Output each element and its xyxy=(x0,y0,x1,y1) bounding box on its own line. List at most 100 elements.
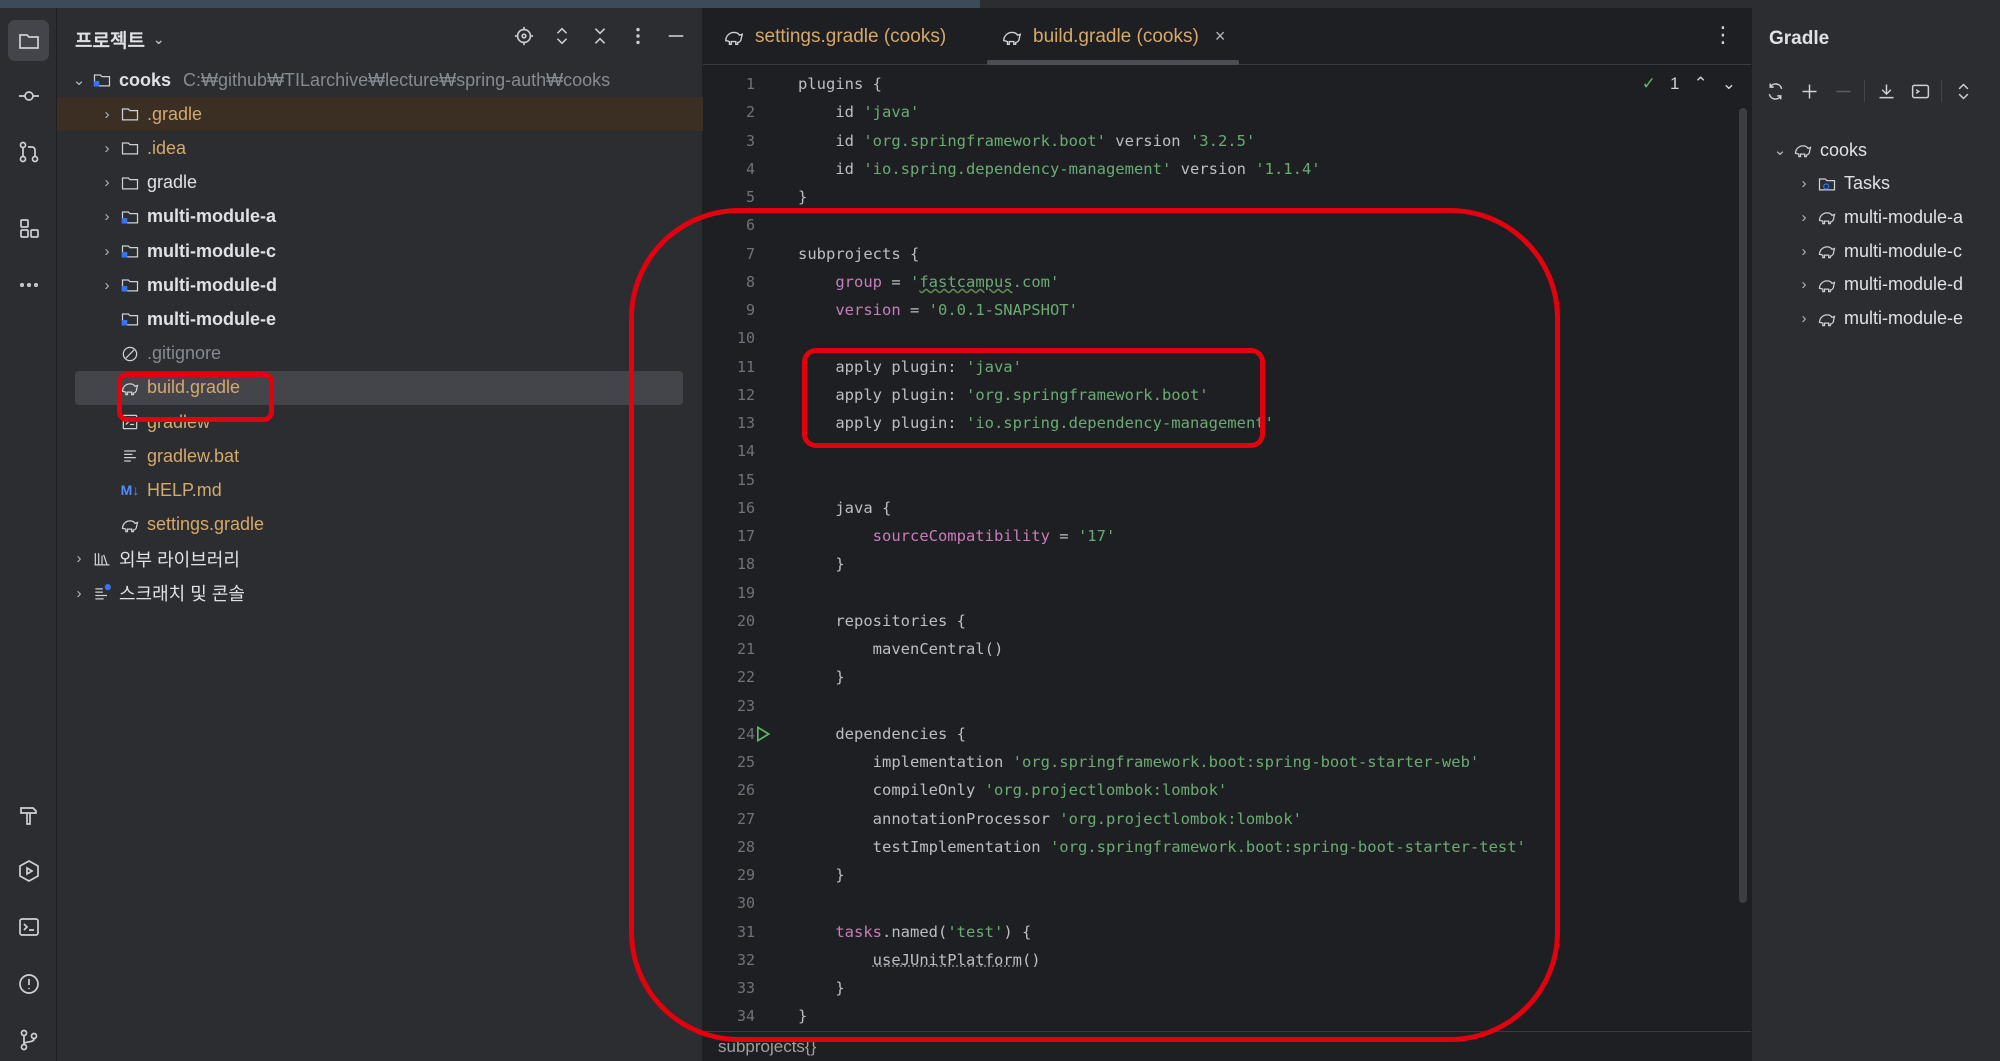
chevron-right-icon[interactable]: › xyxy=(69,550,89,567)
code-line[interactable]: 25 implementation 'org.springframework.b… xyxy=(703,748,1751,776)
tree-item[interactable]: gradlew xyxy=(57,405,703,439)
execute-task-icon[interactable] xyxy=(1907,78,1933,104)
collapse-all-icon[interactable] xyxy=(588,24,612,48)
code-line[interactable]: 18 } xyxy=(703,550,1751,578)
tree-item[interactable]: multi-module-e xyxy=(57,302,703,336)
gradle-tree-item[interactable]: › multi-module-d xyxy=(1752,268,2000,302)
tree-item[interactable]: gradlew.bat xyxy=(57,439,703,473)
editor-scrollbar[interactable] xyxy=(1739,108,1747,903)
terminal-icon[interactable] xyxy=(8,906,49,947)
code-line[interactable]: 4 id 'io.spring.dependency-management' v… xyxy=(703,155,1751,183)
code-line[interactable]: 28 testImplementation 'org.springframewo… xyxy=(703,833,1751,861)
gradle-tree-item[interactable]: › multi-module-a xyxy=(1752,200,2000,234)
structure-tool-icon[interactable] xyxy=(8,207,49,248)
tree-item[interactable]: › .idea xyxy=(57,131,703,165)
chevron-right-icon[interactable]: › xyxy=(97,208,117,225)
code-line[interactable]: 13 apply plugin: 'io.spring.dependency-m… xyxy=(703,409,1751,437)
chevron-right-icon[interactable]: › xyxy=(97,243,117,260)
tree-item[interactable]: M↓ HELP.md xyxy=(57,473,703,507)
tree-item[interactable]: › 스크래치 및 콘솔 xyxy=(57,576,703,610)
code-line[interactable]: 17 sourceCompatibility = '17' xyxy=(703,522,1751,550)
code-line[interactable]: 2 id 'java' xyxy=(703,98,1751,126)
remove-icon[interactable] xyxy=(1830,78,1856,104)
tree-item[interactable]: .gitignore xyxy=(57,337,703,371)
tree-item[interactable]: › multi-module-a xyxy=(57,200,703,234)
code-line[interactable]: 10 xyxy=(703,324,1751,352)
chevron-right-icon[interactable]: › xyxy=(69,585,89,602)
code-line[interactable]: 20 repositories { xyxy=(703,607,1751,635)
gradle-tree-item[interactable]: › Tasks xyxy=(1752,167,2000,201)
add-icon[interactable] xyxy=(1796,78,1822,104)
chevron-right-icon[interactable]: › xyxy=(1794,175,1814,192)
chevron-down-icon[interactable]: ⌄ xyxy=(1770,141,1790,159)
gradle-tree-item[interactable]: › multi-module-e xyxy=(1752,302,2000,336)
tree-item[interactable]: › multi-module-c xyxy=(57,234,703,268)
build-hammer-icon[interactable] xyxy=(8,794,49,835)
chevron-right-icon[interactable]: › xyxy=(1794,276,1814,293)
pull-requests-icon[interactable] xyxy=(8,131,49,172)
code-line[interactable]: 7 subprojects { xyxy=(703,240,1751,268)
code-line[interactable]: 33 } xyxy=(703,974,1751,1002)
chevron-right-icon[interactable]: › xyxy=(1794,243,1814,260)
code-line[interactable]: 19 xyxy=(703,579,1751,607)
tab-settings-gradle[interactable]: settings.gradle (cooks) xyxy=(709,8,960,65)
expand-collapse-icon[interactable] xyxy=(1950,78,1976,104)
hide-panel-icon[interactable] xyxy=(664,24,688,48)
code-line[interactable]: 1 plugins { xyxy=(703,70,1751,98)
options-menu-icon[interactable] xyxy=(626,24,650,48)
code-line[interactable]: 6 xyxy=(703,211,1751,239)
code-line[interactable]: 29 } xyxy=(703,861,1751,889)
chevron-right-icon[interactable]: › xyxy=(97,174,117,191)
code-line[interactable]: 14 xyxy=(703,437,1751,465)
commit-tool-icon[interactable] xyxy=(8,75,49,116)
code-line[interactable]: 32 useJUnitPlatform() xyxy=(703,946,1751,974)
code-line[interactable]: 27 annotationProcessor 'org.projectlombo… xyxy=(703,805,1751,833)
chevron-down-icon[interactable]: ⌄ xyxy=(69,71,89,89)
tree-item[interactable]: › .gradle xyxy=(57,97,703,132)
code-line[interactable]: 11 apply plugin: 'java' xyxy=(703,353,1751,381)
gradle-tree-item[interactable]: ⌄ cooks xyxy=(1752,133,2000,167)
code-line[interactable]: 8 group = 'fastcampus.com' xyxy=(703,268,1751,296)
chevron-right-icon[interactable]: › xyxy=(97,140,117,157)
reload-icon[interactable] xyxy=(1762,78,1788,104)
code-line[interactable]: 22 } xyxy=(703,663,1751,691)
tree-item[interactable]: ⌄ cooks C:₩github₩TILarchive₩lecture₩sprin… xyxy=(57,63,703,97)
code-line[interactable]: 31 tasks.named('test') { xyxy=(703,918,1751,946)
more-tools-icon[interactable] xyxy=(8,264,49,305)
close-tab-icon[interactable]: × xyxy=(1215,26,1226,47)
code-line[interactable]: 15 xyxy=(703,466,1751,494)
chevron-right-icon[interactable]: › xyxy=(1794,310,1814,327)
code-line[interactable]: 23 xyxy=(703,692,1751,720)
code-line[interactable]: 16 java { xyxy=(703,494,1751,522)
code-line[interactable]: 30 xyxy=(703,889,1751,917)
project-view-selector[interactable]: 프로젝트 ⌄ xyxy=(75,26,165,53)
code-line[interactable]: 26 compileOnly 'org.projectlombok:lombok… xyxy=(703,776,1751,804)
tree-item[interactable]: › gradle xyxy=(57,166,703,200)
code-line[interactable]: 3 id 'org.springframework.boot' version … xyxy=(703,127,1751,155)
chevron-right-icon[interactable]: › xyxy=(97,277,117,294)
code-line[interactable]: 12 apply plugin: 'org.springframework.bo… xyxy=(703,381,1751,409)
expand-all-icon[interactable] xyxy=(550,24,574,48)
chevron-right-icon[interactable]: › xyxy=(97,106,117,123)
code-line[interactable]: 24 dependencies { xyxy=(703,720,1751,748)
locate-file-icon[interactable] xyxy=(512,24,536,48)
tab-options-icon[interactable]: ⋮ xyxy=(1712,22,1734,48)
code-line[interactable]: 5} xyxy=(703,183,1751,211)
tree-item[interactable]: settings.gradle xyxy=(57,508,703,542)
gradle-tree-item[interactable]: › multi-module-c xyxy=(1752,234,2000,268)
run-gutter-icon[interactable] xyxy=(751,723,773,745)
code-line[interactable]: 9 version = '0.0.1-SNAPSHOT' xyxy=(703,296,1751,324)
tree-item[interactable]: › 외부 라이브러리 xyxy=(57,542,703,576)
breadcrumb-item[interactable]: subprojects{} xyxy=(718,1037,816,1057)
project-tool-icon[interactable] xyxy=(8,20,49,61)
tab-build-gradle[interactable]: build.gradle (cooks) × xyxy=(987,8,1240,65)
tree-item[interactable]: › multi-module-d xyxy=(57,268,703,302)
git-branch-icon[interactable] xyxy=(8,1019,49,1060)
tree-item[interactable]: build.gradle xyxy=(75,370,683,405)
code-line[interactable]: 21 mavenCentral() xyxy=(703,635,1751,663)
download-sources-icon[interactable] xyxy=(1873,78,1899,104)
chevron-right-icon[interactable]: › xyxy=(1794,209,1814,226)
code-line[interactable]: 34} xyxy=(703,1002,1751,1030)
problems-icon[interactable] xyxy=(8,963,49,1004)
services-run-icon[interactable] xyxy=(8,850,49,891)
